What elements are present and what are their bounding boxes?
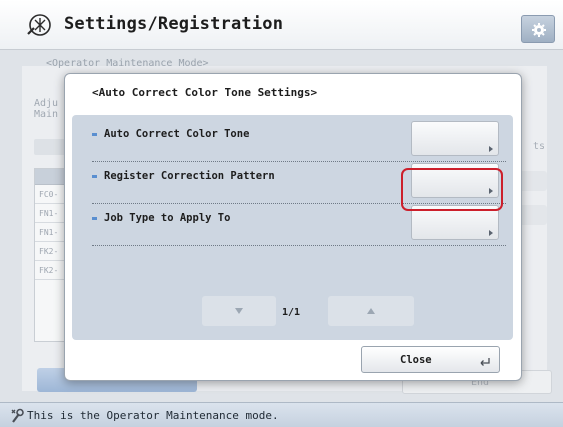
background-adjust-label: Adju Main xyxy=(34,98,58,120)
arrow-down-icon xyxy=(235,308,243,314)
background-right-label: ts xyxy=(533,141,546,152)
page-indicator: 1/1 xyxy=(282,307,301,318)
setting-label: Register Correction Pattern xyxy=(104,170,275,182)
dialog-title: <Auto Correct Color Tone Settings> xyxy=(92,86,318,99)
chevron-right-icon xyxy=(489,146,493,152)
settings-panel: Auto Correct Color Tone Register Correct… xyxy=(72,115,513,340)
setting-row-auto-correct-color-tone: Auto Correct Color Tone xyxy=(92,120,506,162)
wrench-icon xyxy=(11,408,24,423)
setting-label: Job Type to Apply To xyxy=(104,212,231,224)
gear-icon xyxy=(532,23,546,37)
background-adjust-label-line2: Main xyxy=(34,109,59,120)
page-up-button[interactable] xyxy=(328,296,414,326)
return-arrow-icon xyxy=(480,358,490,366)
setting-label: Auto Correct Color Tone xyxy=(104,128,250,140)
bullet-icon xyxy=(92,133,97,136)
status-bar: This is the Operator Maintenance mode. xyxy=(0,402,563,427)
auto-correct-color-tone-dialog: <Auto Correct Color Tone Settings> Auto … xyxy=(64,73,522,381)
close-button[interactable]: Close xyxy=(361,346,500,373)
arrow-up-icon xyxy=(367,308,375,314)
screen: Settings/Registration <Operator Maintena… xyxy=(0,0,563,427)
page-down-button[interactable] xyxy=(202,296,276,326)
status-message: This is the Operator Maintenance mode. xyxy=(27,409,279,422)
page-title: Settings/Registration xyxy=(64,14,284,34)
auto-correct-color-tone-button[interactable] xyxy=(411,121,499,156)
settings-button[interactable] xyxy=(521,15,555,43)
close-button-label: Close xyxy=(400,354,432,366)
settings-registration-icon xyxy=(27,14,51,36)
chevron-right-icon xyxy=(489,230,493,236)
app-header: Settings/Registration xyxy=(0,0,563,50)
bullet-icon xyxy=(92,175,97,178)
highlight-ring xyxy=(401,168,503,211)
background-adjust-label-line1: Adju xyxy=(34,98,59,109)
breadcrumb: <Operator Maintenance Mode> xyxy=(46,58,209,69)
bullet-icon xyxy=(92,217,97,220)
